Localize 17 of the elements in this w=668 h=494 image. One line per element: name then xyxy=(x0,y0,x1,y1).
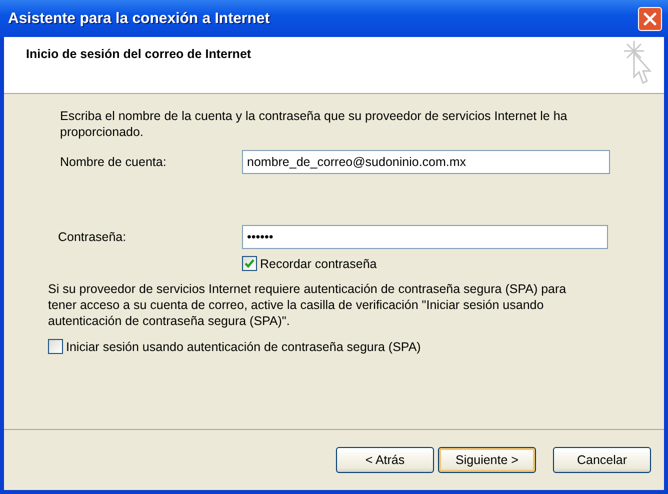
wizard-button[interactable]: < Atrás xyxy=(336,447,434,473)
wizard-button[interactable]: Siguiente > xyxy=(438,447,536,473)
input-field[interactable]: nombre_de_correo@sudoninio.com.mx xyxy=(242,150,610,174)
checkbox[interactable] xyxy=(242,256,257,271)
page-heading: Inicio de sesión del correo de Internet xyxy=(26,47,252,63)
checkbox[interactable] xyxy=(48,339,63,354)
field-label: Nombre de cuenta: xyxy=(60,155,168,169)
field-label: Contraseña: xyxy=(58,230,128,244)
input-field[interactable]: •••••• xyxy=(242,225,608,249)
window-title: Asistente para la conexión a Internet xyxy=(8,10,270,27)
close-button[interactable] xyxy=(638,6,662,30)
close-icon xyxy=(642,10,658,26)
checkbox-label: Iniciar sesión usando autenticación de contraseña segura (SPA) xyxy=(66,340,421,354)
info-text: Si su proveedor de servicios Internet requiere autenticación de contraseña segura (SPA) para tener acceso a su cuenta de correo, active la casilla de verificación "Iniciar sesión usando autenticación de contraseña segura (SPA)". xyxy=(48,281,568,329)
instruction-text: Escriba el nombre de la cuenta y la contraseña que su proveedor de servicios Internet le ha proporcionado. xyxy=(60,108,568,140)
checkbox-label: Recordar contraseña xyxy=(260,256,377,270)
wizard-button[interactable]: Cancelar xyxy=(553,447,651,473)
